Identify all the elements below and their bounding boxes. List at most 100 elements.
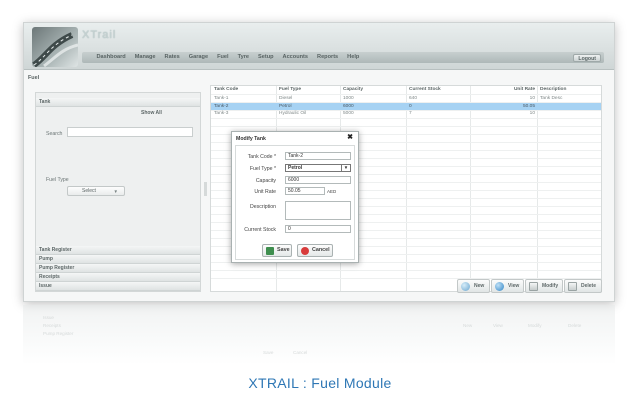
nav-item-rates[interactable]: Rates (160, 52, 184, 63)
table-cell: Tank-3 (214, 111, 229, 116)
accordion-tank[interactable]: Tank (36, 98, 200, 107)
fuel-type-label: Fuel Type * (249, 166, 276, 172)
logout-button[interactable]: Logout (573, 53, 601, 62)
delete-label: Delete (581, 283, 597, 289)
add-icon (461, 282, 470, 291)
table-cell: 10 (529, 111, 535, 116)
row-divider (211, 270, 601, 271)
top-bar: XTrail Dashboard Manage Rates Garage Fuel Tyr… (24, 23, 614, 70)
table-cell: 6000 (343, 103, 354, 109)
table-cell: 50.05 (522, 103, 535, 109)
currency-label: AED (327, 189, 337, 194)
delete-icon (568, 282, 577, 291)
view-button[interactable]: View (491, 279, 524, 293)
reflection-text: Issue (43, 315, 54, 320)
accordion-issue[interactable]: Issue (36, 282, 200, 291)
nav-item-manage[interactable]: Manage (130, 52, 160, 63)
capacity-label: Capacity (255, 178, 276, 184)
description-label: Description (250, 204, 276, 210)
tank-code-field[interactable]: Tank-2 (285, 152, 351, 160)
save-icon (266, 247, 274, 255)
nav-item-setup[interactable]: Setup (253, 52, 278, 63)
search-label: Search (46, 131, 63, 137)
road-logo-icon (32, 32, 78, 67)
capacity-field[interactable]: 6000 (285, 176, 351, 184)
column-header[interactable]: Unit Rate (473, 86, 535, 94)
nav-item-dashboard[interactable]: Dashboard (92, 52, 130, 63)
table-cell: Tank-2 (214, 103, 229, 109)
required-mark: * (273, 154, 276, 160)
cancel-icon (301, 247, 309, 255)
modify-label: Modify (542, 283, 559, 289)
show-all-link[interactable]: Show All (141, 110, 162, 116)
current-stock-field[interactable]: 0 (285, 225, 351, 233)
reflection-text: Modify (528, 323, 542, 328)
nav-item-help[interactable]: Help (343, 52, 364, 63)
close-icon[interactable]: ✖ (347, 133, 353, 141)
table-cell: Tank Desc (540, 96, 563, 101)
accordion-pump-register[interactable]: Pump Register (36, 264, 200, 273)
nav-item-accounts[interactable]: Accounts (278, 52, 313, 63)
column-header[interactable]: Description (540, 86, 566, 94)
fuel-type-select[interactable]: Petrol ▼ (285, 164, 351, 172)
caption: XTRAIL : Fuel Module (248, 375, 392, 391)
table-row[interactable]: Tank-3 Hydraulic Oil 5000 7 10 (211, 110, 601, 117)
edit-icon (529, 282, 538, 291)
tank-code-label: Tank Code * (247, 154, 276, 160)
table-cell: 5000 (343, 111, 354, 116)
chevron-down-icon: ▼ (113, 189, 118, 194)
dialog-title: Modify Tank (236, 136, 266, 142)
brand-name: XTrail (82, 29, 117, 41)
modify-button[interactable]: Modify (525, 279, 563, 293)
page-title: Fuel (28, 75, 40, 81)
cancel-label: Cancel (312, 247, 330, 253)
nav-item-garage[interactable]: Garage (184, 52, 212, 63)
splitter-handle[interactable] (204, 182, 207, 196)
cancel-button[interactable]: Cancel (297, 244, 333, 257)
table-cell: 7 (409, 111, 412, 116)
column-header[interactable]: Fuel Type (279, 86, 301, 94)
table-cell: Diesel (279, 96, 293, 101)
table-cell: 640 (409, 96, 418, 101)
nav-item-reports[interactable]: Reports (313, 52, 343, 63)
required-mark: * (273, 166, 276, 172)
search-input[interactable] (67, 127, 193, 137)
table-cell: 0 (409, 103, 412, 109)
table-cell: 1000 (343, 96, 354, 101)
reflection-text: Receipts (43, 323, 61, 328)
modify-tank-dialog: Modify Tank ✖ Tank Code * Tank-2 Fuel Ty… (231, 131, 359, 263)
unit-rate-label: Unit Rate (254, 189, 276, 195)
column-header[interactable]: Capacity (343, 86, 363, 94)
table-row[interactable]: Tank-2 Petrol 6000 0 50.05 (211, 102, 601, 110)
view-icon (495, 282, 504, 291)
column-header[interactable]: Tank Code (214, 86, 238, 94)
fuel-type-select-value: Select (82, 188, 96, 194)
table-row[interactable]: Tank-1 Diesel 1000 640 10 Tank Desc (211, 95, 601, 102)
table-cell: Tank-1 (214, 96, 229, 101)
column-header[interactable]: Current Stock (409, 86, 441, 94)
logo (32, 27, 78, 67)
delete-button[interactable]: Delete (564, 279, 602, 293)
fuel-type-select-value: Petrol (288, 165, 303, 171)
fuel-type-select[interactable]: Select ▼ (67, 186, 125, 196)
description-field[interactable] (285, 201, 351, 220)
unit-rate-field[interactable]: 50.05 (285, 187, 325, 195)
nav-item-fuel[interactable]: Fuel (213, 52, 234, 63)
chevron-down-icon: ▼ (341, 165, 350, 171)
row-divider (211, 118, 601, 119)
accordion-receipts[interactable]: Receipts (36, 273, 200, 282)
reflection-text: Delete (568, 323, 582, 328)
reflection-text: View (493, 323, 503, 328)
reflection: Issue Receipts Pump Register New View Mo… (23, 305, 615, 365)
reflection-text: Save (263, 350, 274, 355)
dialog-form: Tank Code * Tank-2 Fuel Type * Petrol ▼ … (235, 145, 355, 260)
table-cell: 10 (529, 96, 535, 101)
save-button[interactable]: Save (262, 244, 292, 257)
new-label: New (474, 283, 485, 289)
accordion-tank-register[interactable]: Tank Register (36, 246, 200, 255)
table-cell: Petrol (279, 103, 292, 109)
nav-item-tyre[interactable]: Tyre (233, 52, 253, 63)
current-stock-label: Current Stock (244, 227, 276, 233)
new-button[interactable]: New (457, 279, 490, 293)
accordion-pump[interactable]: Pump (36, 255, 200, 264)
